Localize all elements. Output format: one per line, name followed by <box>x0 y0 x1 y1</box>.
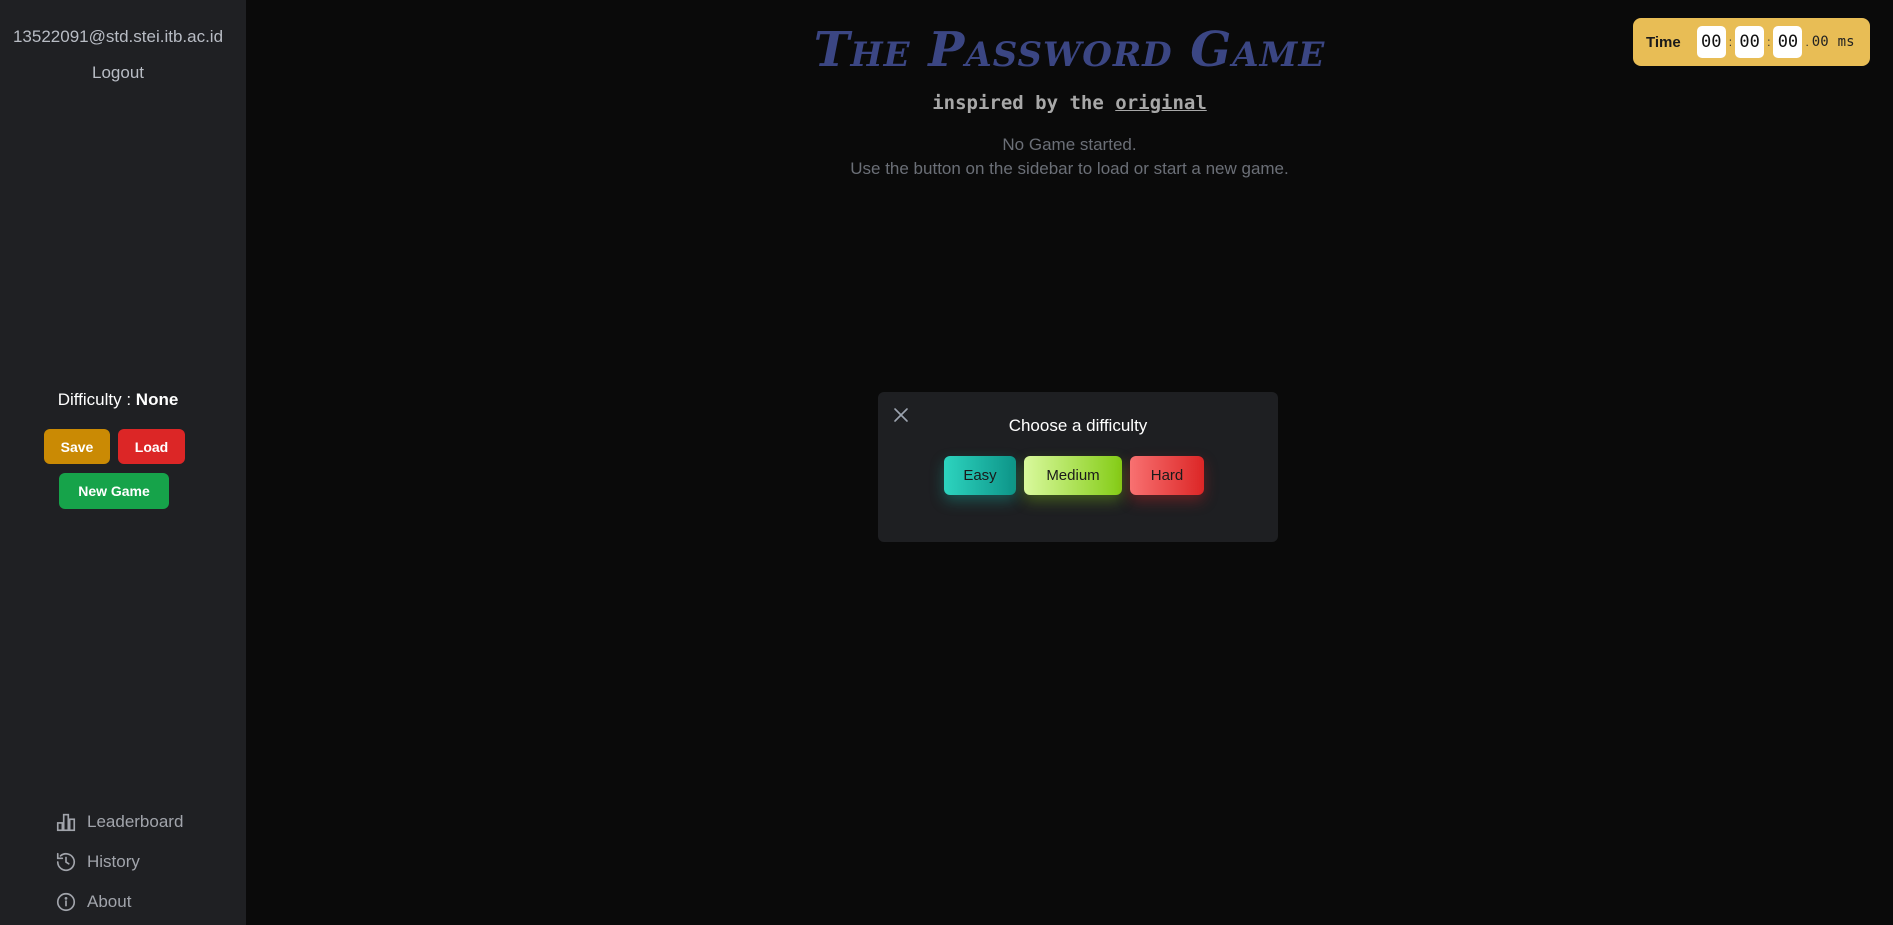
status-hint: Use the button on the sidebar to load or… <box>850 159 1289 178</box>
game-timer: Time 00 : 00 : 00 . 00 ms <box>1633 18 1870 66</box>
difficulty-modal: Choose a difficulty Easy Medium Hard <box>878 392 1278 542</box>
sidebar-item-history[interactable]: History <box>55 849 140 875</box>
sidebar-item-label: History <box>87 852 140 871</box>
timer-millis: 00 <box>1811 34 1829 50</box>
new-game-button[interactable]: New Game <box>59 473 169 509</box>
sidebar-item-leaderboard[interactable]: Leaderboard <box>55 809 183 835</box>
status-text: No Game started. <box>1002 135 1137 154</box>
difficulty-label: Difficulty : <box>57 390 136 409</box>
sidebar: 13522091@std.stei.itb.ac.id Logout Diffi… <box>0 0 246 925</box>
modal-title: Choose a difficulty <box>1008 416 1148 435</box>
original-link[interactable]: original <box>1115 92 1207 114</box>
medium-button[interactable]: Medium <box>1024 456 1122 495</box>
load-button[interactable]: Load <box>118 429 185 464</box>
logout-link[interactable]: Logout <box>0 63 236 83</box>
timer-separator: . <box>1805 35 1809 49</box>
timer-separator: : <box>1728 35 1733 49</box>
user-email: 13522091@std.stei.itb.ac.id <box>12 27 224 46</box>
page-subtitle: inspired by the original <box>246 92 1893 114</box>
timer-seconds: 00 <box>1773 26 1803 58</box>
difficulty-value: None <box>135 390 179 409</box>
info-icon <box>56 892 76 912</box>
timer-hours: 00 <box>1696 26 1726 58</box>
timer-label: Time <box>1646 33 1681 51</box>
timer-unit: ms <box>1837 34 1855 50</box>
hard-button[interactable]: Hard <box>1130 456 1204 495</box>
save-button[interactable]: Save <box>44 429 110 464</box>
history-icon <box>56 852 76 872</box>
easy-button[interactable]: Easy <box>944 456 1016 495</box>
sidebar-item-about[interactable]: About <box>55 889 131 915</box>
sidebar-item-label: About <box>87 892 132 911</box>
timer-separator: : <box>1767 35 1771 49</box>
sidebar-item-label: Leaderboard <box>87 812 184 831</box>
timer-minutes: 00 <box>1735 26 1765 58</box>
difficulty-indicator: Difficulty : None <box>0 390 236 410</box>
bar-chart-icon <box>56 813 76 832</box>
subtitle-text: inspired by the <box>932 92 1116 114</box>
